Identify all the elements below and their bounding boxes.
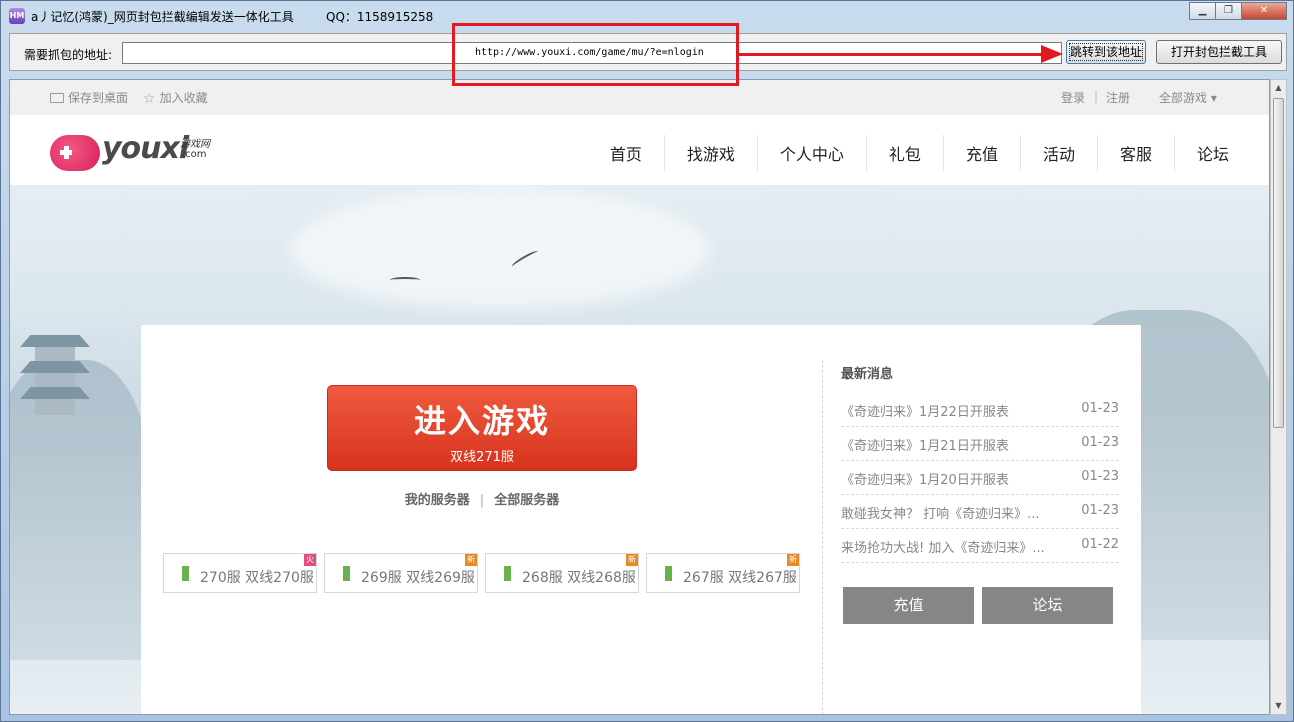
server-card[interactable]: 267服 双线267服 新 xyxy=(646,553,800,593)
pagoda-decoration xyxy=(20,335,90,415)
server-links: 我的服务器 | 全部服务器 xyxy=(404,493,560,508)
maximize-button[interactable]: ❐ xyxy=(1215,2,1242,20)
youxi-logo[interactable]: youxi 游戏网 .com xyxy=(50,131,230,175)
news-item[interactable]: 敢碰我女神？ 打响《奇迹归来》... 01-23 xyxy=(841,495,1119,529)
register-link[interactable]: 注册 xyxy=(1106,89,1130,106)
nav-home[interactable]: 首页 xyxy=(610,135,642,171)
all-games-dropdown[interactable]: 全部游戏 ▾ xyxy=(1159,89,1217,106)
browser-content: 保存到桌面 ☆ 加入收藏 登录 | 注册 全部游戏 ▾ youxi 游戏网 .co… xyxy=(9,79,1270,715)
server-list: 270服 双线270服 火 269服 双线269服 新 268服 双线268服 … xyxy=(163,553,807,593)
forum-button[interactable]: 论坛 xyxy=(982,587,1113,624)
nav-divider xyxy=(942,135,944,171)
nav-divider xyxy=(1019,135,1021,171)
login-link[interactable]: 登录 xyxy=(1061,89,1085,106)
news-item[interactable]: 《奇迹归来》1月21日开服表 01-23 xyxy=(841,427,1119,461)
app-icon: HM xyxy=(9,8,25,24)
annotation-arrow-line xyxy=(739,53,1057,56)
close-button[interactable]: ✕ xyxy=(1241,2,1287,20)
server-card[interactable]: 270服 双线270服 火 xyxy=(163,553,317,593)
window-qq: QQ：1158915258 xyxy=(326,10,434,24)
recharge-button[interactable]: 充值 xyxy=(843,587,974,624)
hot-badge: 火 xyxy=(304,554,316,566)
server-card[interactable]: 269服 双线269服 新 xyxy=(324,553,478,593)
nav-support[interactable]: 客服 xyxy=(1120,135,1152,171)
signal-icon xyxy=(665,566,672,581)
nav-divider xyxy=(663,135,665,171)
news-item[interactable]: 《奇迹归来》1月20日开服表 01-23 xyxy=(841,461,1119,495)
mist-decoration xyxy=(290,190,710,310)
annotation-arrow-head xyxy=(1041,45,1063,63)
news-list: 《奇迹归来》1月22日开服表 01-23 《奇迹归来》1月21日开服表 01-2… xyxy=(841,393,1119,563)
new-badge: 新 xyxy=(626,554,638,566)
scrollbar-thumb[interactable] xyxy=(1273,98,1284,428)
window-title: a丿记忆(鸿蒙)_网页封包拦截编辑发送一体化工具 xyxy=(31,10,294,24)
minimize-button[interactable]: ▁ xyxy=(1189,2,1216,20)
nav-forum[interactable]: 论坛 xyxy=(1197,135,1229,171)
nav-recharge[interactable]: 充值 xyxy=(966,135,998,171)
star-icon: ☆ xyxy=(143,91,156,107)
scroll-down-icon[interactable]: ▼ xyxy=(1271,698,1286,714)
my-servers-link[interactable]: 我的服务器 xyxy=(405,493,470,508)
signal-icon xyxy=(182,566,189,581)
signal-icon xyxy=(343,566,350,581)
new-badge: 新 xyxy=(787,554,799,566)
add-favorite-link[interactable]: ☆ 加入收藏 xyxy=(143,89,208,106)
enter-game-button[interactable]: 进入游戏 双线271服 xyxy=(327,385,637,471)
nav-divider xyxy=(1096,135,1098,171)
app-window: HM a丿记忆(鸿蒙)_网页封包拦截编辑发送一体化工具 QQ：115891525… xyxy=(0,0,1294,722)
gamepad-icon xyxy=(50,135,100,171)
news-item[interactable]: 《奇迹归来》1月22日开服表 01-23 xyxy=(841,393,1119,427)
server-card[interactable]: 268服 双线268服 新 xyxy=(485,553,639,593)
nav-gifts[interactable]: 礼包 xyxy=(889,135,921,171)
news-item[interactable]: 来场抢功大战! 加入《奇迹归来》... 01-22 xyxy=(841,529,1119,563)
jump-to-url-button[interactable]: 跳转到该地址 xyxy=(1066,40,1146,64)
nav-events[interactable]: 活动 xyxy=(1043,135,1075,171)
monitor-icon xyxy=(50,93,64,103)
save-desktop-link[interactable]: 保存到桌面 xyxy=(50,89,128,106)
scroll-up-icon[interactable]: ▲ xyxy=(1271,80,1286,96)
annotation-highlight-box xyxy=(452,23,739,86)
site-header: youxi 游戏网 .com 首页 找游戏 个人中心 礼包 充值 活动 客服 论… xyxy=(10,115,1269,185)
new-badge: 新 xyxy=(465,554,477,566)
window-controls: ▁ ❐ ✕ xyxy=(1189,2,1287,20)
nav-divider xyxy=(756,135,758,171)
all-servers-link[interactable]: 全部服务器 xyxy=(494,493,559,508)
open-packet-tool-button[interactable]: 打开封包拦截工具 xyxy=(1156,40,1282,64)
topbar-divider: | xyxy=(1094,89,1099,103)
main-nav: 首页 找游戏 个人中心 礼包 充值 活动 客服 论坛 xyxy=(610,135,1229,171)
crane-decoration xyxy=(390,277,420,283)
vertical-scrollbar[interactable]: ▲ ▼ xyxy=(1270,79,1287,715)
news-heading: 最新消息 xyxy=(841,367,894,382)
nav-divider xyxy=(1173,135,1175,171)
game-panel: 进入游戏 双线271服 我的服务器 | 全部服务器 270服 双线270服 火 26… xyxy=(141,325,1141,714)
signal-icon xyxy=(504,566,511,581)
nav-user-center[interactable]: 个人中心 xyxy=(780,135,844,171)
url-label: 需要抓包的地址: xyxy=(24,48,113,62)
nav-divider xyxy=(865,135,867,171)
nav-find-games[interactable]: 找游戏 xyxy=(687,135,735,171)
panel-divider xyxy=(822,360,823,714)
